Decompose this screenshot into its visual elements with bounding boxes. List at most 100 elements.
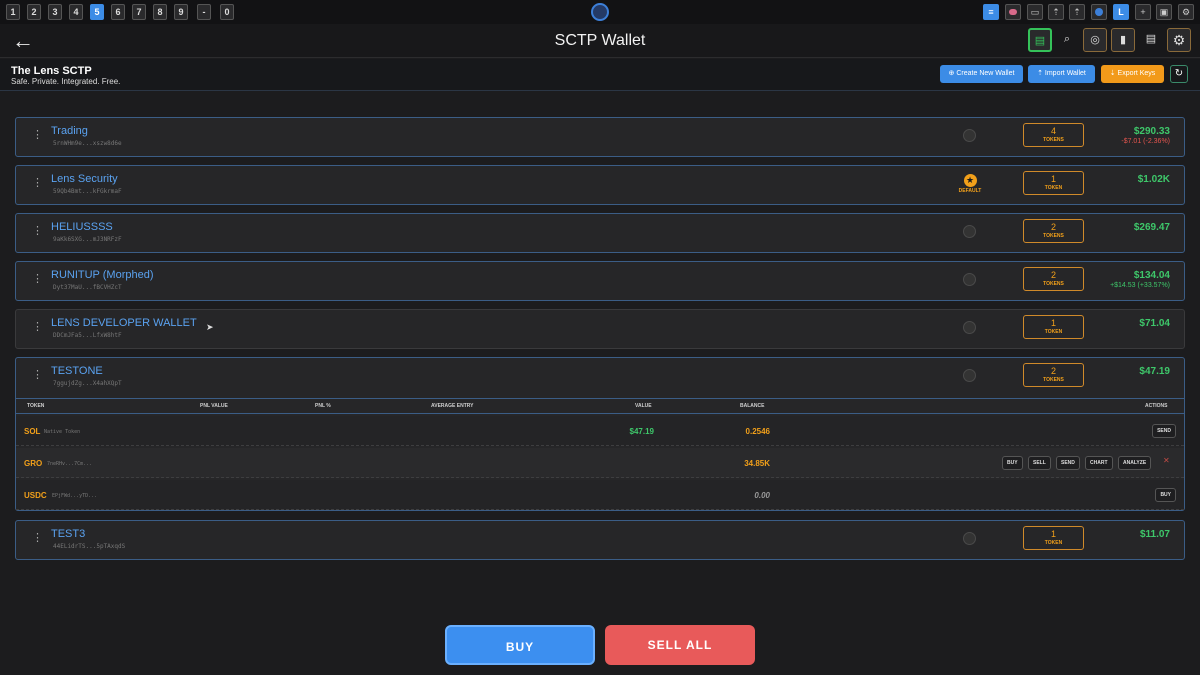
sell-button[interactable]: SELL xyxy=(1028,456,1051,470)
export-keys-button[interactable]: ⇣ Export Keys xyxy=(1101,65,1164,83)
more-icon[interactable]: ⋮ xyxy=(32,368,43,381)
more-icon[interactable]: ⋮ xyxy=(32,531,43,544)
wallet-name[interactable]: RUNITUP (Morphed) xyxy=(51,269,154,281)
more-icon[interactable]: ⋮ xyxy=(32,320,43,333)
upload-alt-icon[interactable]: ⇡ xyxy=(1069,4,1085,20)
workspace-5[interactable]: 5 xyxy=(90,4,104,20)
more-icon[interactable]: ⋮ xyxy=(32,128,43,141)
send-button[interactable]: SEND xyxy=(1152,424,1176,438)
buy-button[interactable]: BUY xyxy=(1155,488,1176,502)
wallet-card-heliussss[interactable]: ⋮ HELIUSSSS 9aKk6SXG...mJ3NRFzF 2 TOKENS… xyxy=(15,213,1185,253)
workspace-6[interactable]: 6 xyxy=(111,4,125,20)
globe-icon[interactable] xyxy=(1091,4,1107,20)
token-symbol: USDC xyxy=(24,491,47,500)
bar-chart-icon[interactable]: ▮ xyxy=(1111,28,1135,52)
wallet-name[interactable]: Lens Security xyxy=(51,173,118,185)
wallet-address[interactable]: Dyt37MaU...fBCVHZcT xyxy=(53,284,122,291)
default-radio[interactable] xyxy=(963,321,976,334)
wallet-icon[interactable]: ▤ xyxy=(1028,28,1052,52)
wallet-card-lens-security[interactable]: ⋮ Lens Security 59Qb4Bmt...kFGkrmaF ★ DE… xyxy=(15,165,1185,205)
wallet-card-lens-developer[interactable]: ⋮ LENS DEVELOPER WALLET DDCmJFa5...LfxW8… xyxy=(15,309,1185,349)
token-count-button[interactable]: 2 TOKENS xyxy=(1023,363,1084,387)
create-wallet-button[interactable]: ⊕ Create New Wallet xyxy=(940,65,1023,83)
mouse-cursor-icon: ➤ xyxy=(206,322,214,332)
buy-main-button[interactable]: BUY xyxy=(445,625,595,665)
default-radio[interactable] xyxy=(963,369,976,382)
wallet-card-testone[interactable]: ⋮ TESTONE 7ggujdZg...X4ahXQpT 2 TOKENS $… xyxy=(15,357,1185,511)
token-count-button[interactable]: 1 TOKEN xyxy=(1023,526,1084,550)
send-button[interactable]: SEND xyxy=(1056,456,1080,470)
chart-button[interactable]: CHART xyxy=(1085,456,1113,470)
more-icon[interactable]: ⋮ xyxy=(32,176,43,189)
wallet-name[interactable]: TESTONE xyxy=(51,365,103,377)
token-count-button[interactable]: 4 TOKENS xyxy=(1023,123,1084,147)
buy-button[interactable]: BUY xyxy=(1002,456,1023,470)
wallet-card-test3[interactable]: ⋮ TEST3 44ELidrTS...5pTAxqdS 1 TOKEN $11… xyxy=(15,520,1185,560)
sell-all-button[interactable]: SELL ALL xyxy=(605,625,755,665)
import-wallet-button[interactable]: ⇡ Import Wallet xyxy=(1028,65,1095,83)
settings-gear-icon[interactable]: ⚙ xyxy=(1167,28,1191,52)
workspace-4[interactable]: 4 xyxy=(69,4,83,20)
workspace-dash[interactable]: - xyxy=(197,4,211,20)
list-icon[interactable]: ≡ xyxy=(983,4,999,20)
token-symbol: SOL xyxy=(24,427,41,436)
workspace-7[interactable]: 7 xyxy=(132,4,146,20)
chat-icon[interactable]: ▭ xyxy=(1027,4,1043,20)
default-radio[interactable] xyxy=(963,532,976,545)
token-balance: 0.2546 xyxy=(745,427,770,436)
wallet-card-runitup[interactable]: ⋮ RUNITUP (Morphed) Dyt37MaU...fBCVHZcT … xyxy=(15,261,1185,301)
wallet-name[interactable]: Trading xyxy=(51,125,88,137)
more-icon[interactable]: ⋮ xyxy=(32,224,43,237)
more-icon[interactable]: ⋮ xyxy=(32,272,43,285)
workspace-3[interactable]: 3 xyxy=(48,4,62,20)
wallet-card-trading[interactable]: ⋮ Trading 5rnWHm9e...xszw8d6e 4 TOKENS $… xyxy=(15,117,1185,157)
default-badge: ★ DEFAULT xyxy=(955,174,985,194)
token-balance: 34.85K xyxy=(744,459,770,468)
analyze-button[interactable]: ANALYZE xyxy=(1118,456,1152,470)
target-icon[interactable]: ◎ xyxy=(1083,28,1107,52)
default-radio[interactable] xyxy=(963,225,976,238)
wallet-address[interactable]: 59Qb4Bmt...kFGkrmaF xyxy=(53,188,122,195)
wallet-address[interactable]: DDCmJFa5...LfxW8htF xyxy=(53,332,122,339)
token-count-button[interactable]: 2 TOKENS xyxy=(1023,219,1084,243)
brain-icon[interactable] xyxy=(1005,4,1021,20)
workspace-0[interactable]: 0 xyxy=(220,4,234,20)
wallet-name[interactable]: TEST3 xyxy=(51,528,85,540)
wallet-name[interactable]: HELIUSSSS xyxy=(51,221,113,233)
workspace-9[interactable]: 9 xyxy=(174,4,188,20)
token-row-sol[interactable]: SOL Native Token $47.19 0.2546 SEND xyxy=(16,416,1184,446)
import-wallet-label: Import Wallet xyxy=(1044,70,1086,77)
token-balance: 0.00 xyxy=(754,491,770,500)
document-icon[interactable]: ▤ xyxy=(1139,28,1163,52)
token-label: TOKENS xyxy=(1043,281,1064,287)
workspace-1[interactable]: 1 xyxy=(6,4,20,20)
token-subtitle: EPjFWd...yTD... xyxy=(52,493,98,499)
token-count: 2 xyxy=(1050,222,1056,232)
refresh-icon[interactable]: ↻ xyxy=(1170,65,1188,83)
token-row-usdc[interactable]: USDC EPjFWd...yTD... 0.00 BUY xyxy=(16,480,1184,510)
wallet-address[interactable]: 9aKk6SXG...mJ3NRFzF xyxy=(53,236,122,243)
remove-token-icon[interactable]: ✕ xyxy=(1163,456,1170,465)
wallet-address[interactable]: 5rnWHm9e...xszw8d6e xyxy=(53,140,122,147)
launcher-icon[interactable] xyxy=(591,3,609,21)
gear-small-icon[interactable]: ⚙ xyxy=(1178,4,1194,20)
square-icon[interactable]: ▣ xyxy=(1156,4,1172,20)
token-count-button[interactable]: 1 TOKEN xyxy=(1023,315,1084,339)
token-count-button[interactable]: 1 TOKEN xyxy=(1023,171,1084,195)
token-row-gro[interactable]: GRO 7neRHv...7Cm... 34.85K BUY SELL SEND… xyxy=(16,448,1184,478)
upload-icon: ⇡ xyxy=(1037,70,1045,77)
default-radio[interactable] xyxy=(963,129,976,142)
l-app-icon[interactable]: L xyxy=(1113,4,1129,20)
token-label: TOKENS xyxy=(1043,377,1064,383)
workspace-8[interactable]: 8 xyxy=(153,4,167,20)
default-radio[interactable] xyxy=(963,273,976,286)
wallet-usd: $11.07 xyxy=(1139,529,1170,540)
workspace-2[interactable]: 2 xyxy=(27,4,41,20)
wallet-address[interactable]: 7ggujdZg...X4ahXQpT xyxy=(53,380,122,387)
search-icon[interactable]: ⌕ xyxy=(1055,28,1079,52)
wallet-name[interactable]: LENS DEVELOPER WALLET xyxy=(51,317,197,329)
wallet-address[interactable]: 44ELidrTS...5pTAxqdS xyxy=(53,543,125,550)
plus-icon[interactable]: + xyxy=(1135,4,1151,20)
token-count-button[interactable]: 2 TOKENS xyxy=(1023,267,1084,291)
upload-icon[interactable]: ⇡ xyxy=(1048,4,1064,20)
